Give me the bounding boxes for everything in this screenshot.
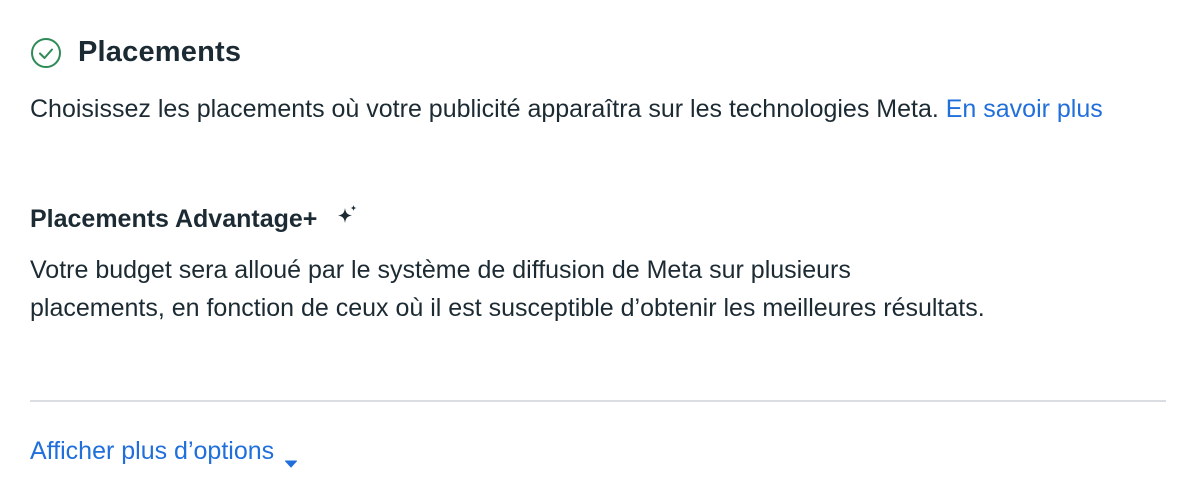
description-text: Choisissez les placements où votre publi… <box>30 95 946 123</box>
check-circle-icon <box>30 37 62 69</box>
section-description: Choisissez les placements où votre publi… <box>30 90 1150 129</box>
show-more-options-label: Afficher plus d’options <box>30 437 275 465</box>
section-title: Placements <box>78 36 242 68</box>
sparkle-icon <box>335 204 359 228</box>
advantage-description: Votre budget sera alloué par le système … <box>30 256 985 322</box>
show-more-options-button[interactable]: Afficher plus d’options <box>30 437 298 467</box>
section-header: Placements <box>30 36 241 69</box>
caret-down-icon <box>284 447 298 467</box>
advantage-header: Placements Advantage+ <box>30 204 359 234</box>
advantage-title: Placements Advantage+ <box>30 205 318 233</box>
learn-more-link[interactable]: En savoir plus <box>946 95 1103 123</box>
placements-card: Placements Choisissez les placements où … <box>0 0 1196 502</box>
divider <box>30 400 1166 402</box>
